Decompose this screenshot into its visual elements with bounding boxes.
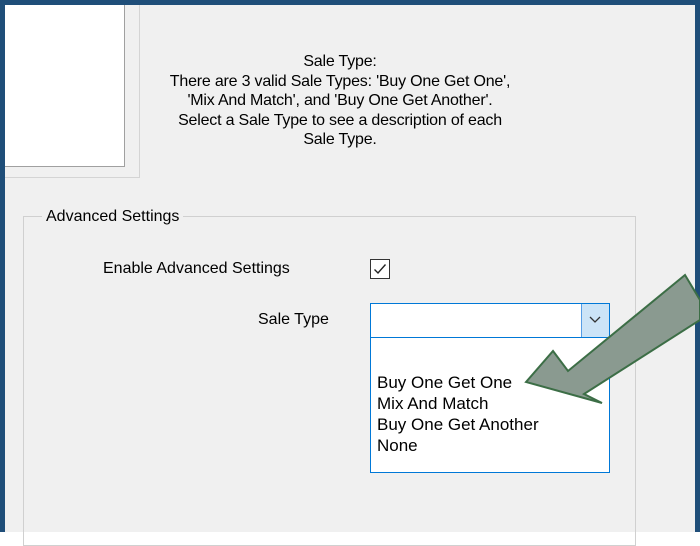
- sale-type-options-list: Buy One Get One Mix And Match Buy One Ge…: [370, 338, 610, 473]
- description-line: There are 3 valid Sale Types: 'Buy One G…: [169, 72, 511, 90]
- checkmark-icon: [374, 264, 387, 275]
- description-line: Sale Type.: [303, 131, 377, 148]
- chevron-down-icon: [589, 316, 601, 323]
- enable-advanced-settings-label: Enable Advanced Settings: [103, 260, 290, 277]
- option-none[interactable]: None: [377, 435, 418, 456]
- sale-type-dropdown[interactable]: [370, 303, 610, 338]
- option-buy-one-get-one[interactable]: Buy One Get One: [377, 372, 512, 393]
- sale-type-label: Sale Type: [258, 311, 329, 328]
- sale-type-description: Sale Type: There are 3 valid Sale Types:…: [140, 52, 540, 150]
- image-preview-box: [5, 5, 125, 167]
- description-line: Select a Sale Type to see a description …: [178, 111, 502, 129]
- advanced-settings-title: Advanced Settings: [42, 207, 184, 227]
- sale-type-dropdown-button[interactable]: [581, 304, 609, 337]
- option-buy-one-get-another[interactable]: Buy One Get Another: [377, 414, 539, 435]
- enable-advanced-settings-checkbox[interactable]: [370, 259, 390, 279]
- description-line: 'Mix And Match', and 'Buy One Get Anothe…: [187, 92, 493, 109]
- option-mix-and-match[interactable]: Mix And Match: [377, 393, 489, 414]
- description-line: Sale Type:: [303, 53, 377, 70]
- panel-divider-horizontal: [5, 177, 140, 178]
